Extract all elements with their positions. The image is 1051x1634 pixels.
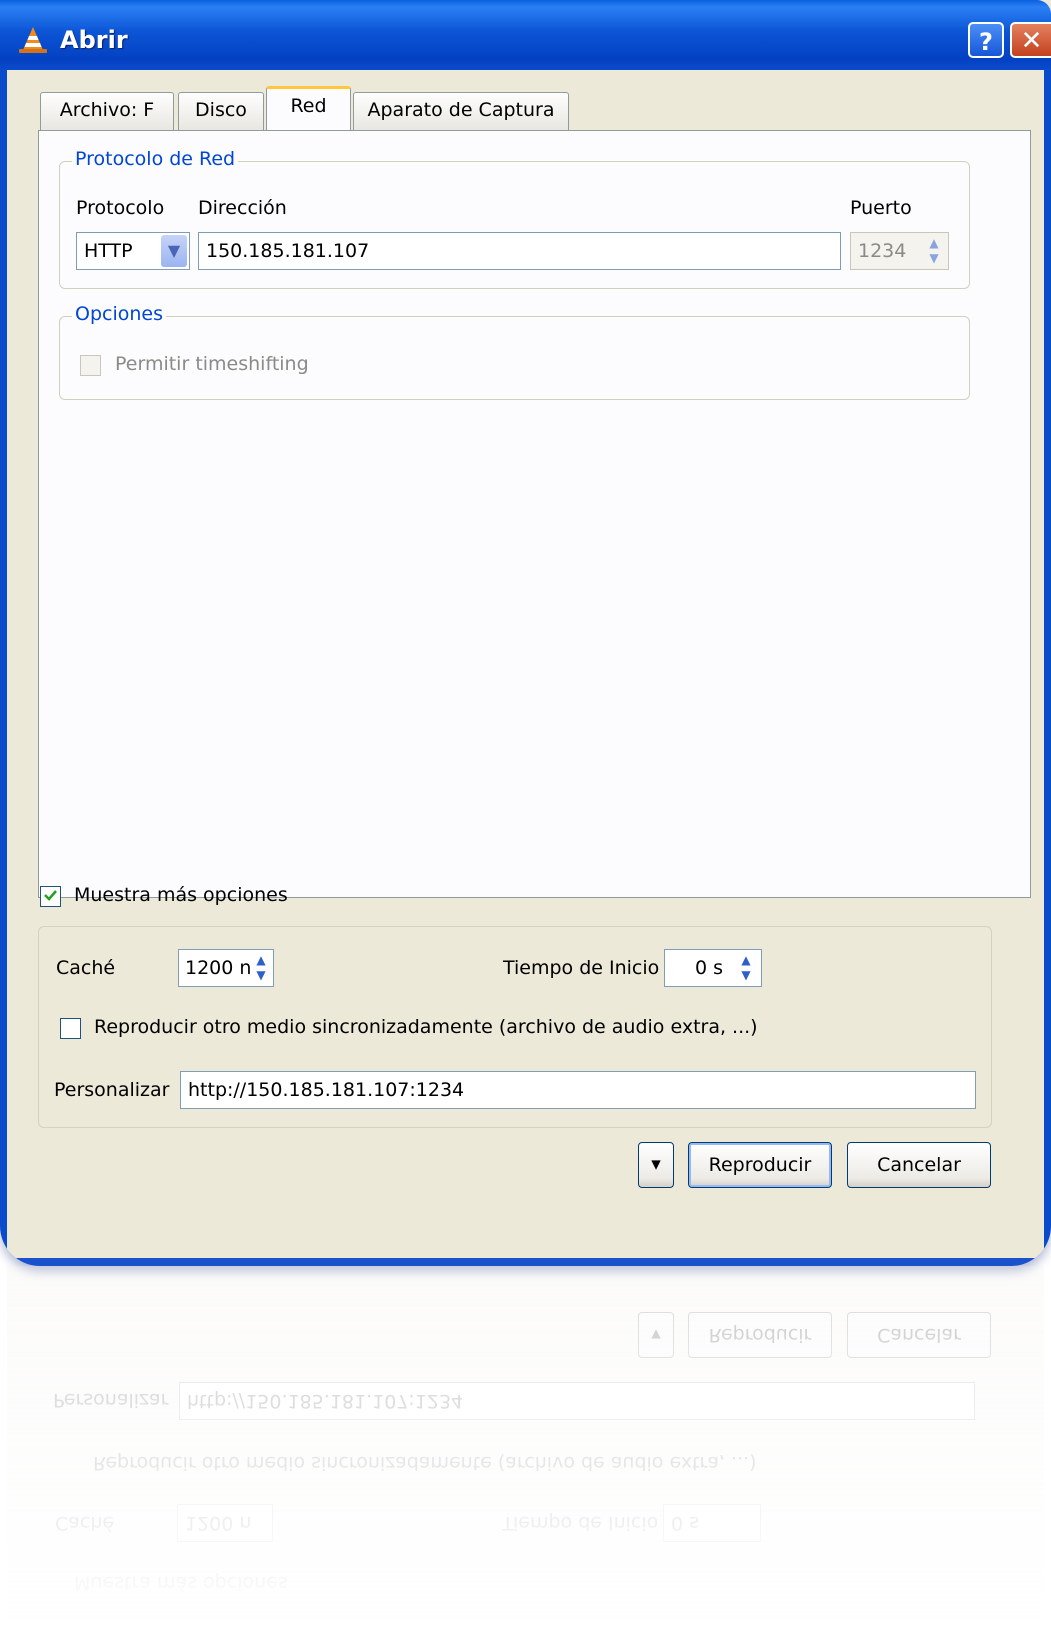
tab-red[interactable]: Red xyxy=(266,86,351,130)
port-input-value: 1234 xyxy=(858,240,907,262)
start-time-input[interactable]: 0 s ▲ ▼ xyxy=(664,949,762,987)
tab-archivo-label: Archivo: F xyxy=(59,99,155,121)
help-button[interactable]: ? xyxy=(968,22,1004,58)
protocol-select[interactable]: HTTP ▼ xyxy=(76,232,190,270)
cancel-button[interactable]: Cancelar xyxy=(847,1142,991,1188)
show-more-options-checkbox[interactable] xyxy=(40,886,61,907)
reflection-custom-label: Personalizar xyxy=(53,1389,169,1411)
start-time-label: Tiempo de Inicio xyxy=(503,957,660,979)
reflection-content: ▾ Reproducir Cancelar Personalizar http:… xyxy=(0,1266,1051,1634)
spin-up-icon[interactable]: ▲ xyxy=(736,953,756,968)
protocol-label: Protocolo xyxy=(76,197,165,219)
reflection-custom-input: http://150.185.181.107:1234 xyxy=(179,1382,975,1420)
timeshift-checkbox[interactable] xyxy=(80,355,101,376)
custom-options-label: Personalizar xyxy=(54,1079,170,1101)
network-protocol-group: Protocolo de Red Protocolo Dirección Pue… xyxy=(59,148,970,289)
reflection-cache-input: 1200 n xyxy=(177,1504,273,1542)
vlc-cone-icon xyxy=(19,27,47,53)
window-title: Abrir xyxy=(60,26,128,54)
timeshift-label: Permitir timeshifting xyxy=(115,353,309,375)
spin-down-icon[interactable]: ▼ xyxy=(736,968,756,983)
options-group-title: Opciones xyxy=(72,303,166,325)
tab-disco[interactable]: Disco xyxy=(178,92,264,130)
spin-down-icon[interactable]: ▼ xyxy=(924,251,944,266)
play-options-dropdown-button[interactable]: ▾ xyxy=(638,1142,674,1188)
tab-aparato-de-captura[interactable]: Aparato de Captura xyxy=(353,92,569,130)
spin-up-icon[interactable]: ▲ xyxy=(924,236,944,251)
start-time-input-value: 0 s xyxy=(694,957,723,979)
port-label: Puerto xyxy=(850,197,912,219)
spin-up-icon[interactable]: ▲ xyxy=(251,953,271,968)
cache-label: Caché xyxy=(56,957,116,979)
reflection-sync-label: Reproducir otro medio sincronizadamente … xyxy=(93,1452,757,1474)
tab-red-label: Red xyxy=(290,95,327,117)
dialog-reflection: ▾ Reproducir Cancelar Personalizar http:… xyxy=(0,1266,1051,1634)
cache-input-value: 1200 n xyxy=(185,957,252,979)
reflection-start-label: Tiempo de Inicio xyxy=(502,1512,659,1534)
reflection-show-more-label: Muestra más opciones xyxy=(74,1572,288,1594)
address-input[interactable]: 150.185.181.107 xyxy=(198,232,841,270)
tab-disco-label: Disco xyxy=(195,99,247,121)
spin-down-icon[interactable]: ▼ xyxy=(251,968,271,983)
port-input[interactable]: 1234 ▲ ▼ xyxy=(850,232,949,270)
custom-options-input[interactable]: http://150.185.181.107:1234 xyxy=(180,1071,976,1109)
close-button[interactable]: ✕ xyxy=(1010,22,1051,58)
sync-media-checkbox[interactable] xyxy=(60,1018,81,1039)
network-protocol-group-title: Protocolo de Red xyxy=(72,148,239,170)
reflection-cancel-button: Cancelar xyxy=(847,1312,991,1358)
reflection-play-button: Reproducir xyxy=(688,1312,832,1358)
reflection-dropdown-button: ▾ xyxy=(638,1312,674,1358)
show-more-options-label: Muestra más opciones xyxy=(74,884,288,906)
reflection-cache-label: Caché xyxy=(55,1512,115,1534)
window-frame-bottom xyxy=(0,1258,1051,1266)
advanced-options-panel: Caché 1200 n ▲ ▼ Tiempo de Inicio 0 s ▲ … xyxy=(38,926,992,1128)
sync-media-label: Reproducir otro medio sincronizadamente … xyxy=(94,1016,758,1038)
options-group: Opciones Permitir timeshifting xyxy=(59,303,970,400)
open-dialog: Abrir ? ✕ Archivo: F Disco Red Aparato d… xyxy=(0,0,1051,1266)
window-frame-right xyxy=(1044,70,1051,1266)
tab-panel-red: Protocolo de Red Protocolo Dirección Pue… xyxy=(38,130,1031,898)
protocol-select-value: HTTP xyxy=(84,240,133,262)
tab-captura-label: Aparato de Captura xyxy=(367,99,555,121)
checkmark-icon xyxy=(44,890,57,901)
reflection-start-input: 0 s xyxy=(663,1504,761,1542)
title-bar: Abrir ? ✕ xyxy=(0,0,1051,70)
play-button[interactable]: Reproducir xyxy=(688,1142,832,1188)
window-frame-left xyxy=(0,70,7,1266)
address-label: Dirección xyxy=(198,197,287,219)
tab-archivo[interactable]: Archivo: F xyxy=(40,92,174,130)
chevron-down-icon[interactable]: ▼ xyxy=(161,235,187,267)
cache-input[interactable]: 1200 n ▲ ▼ xyxy=(178,949,274,987)
